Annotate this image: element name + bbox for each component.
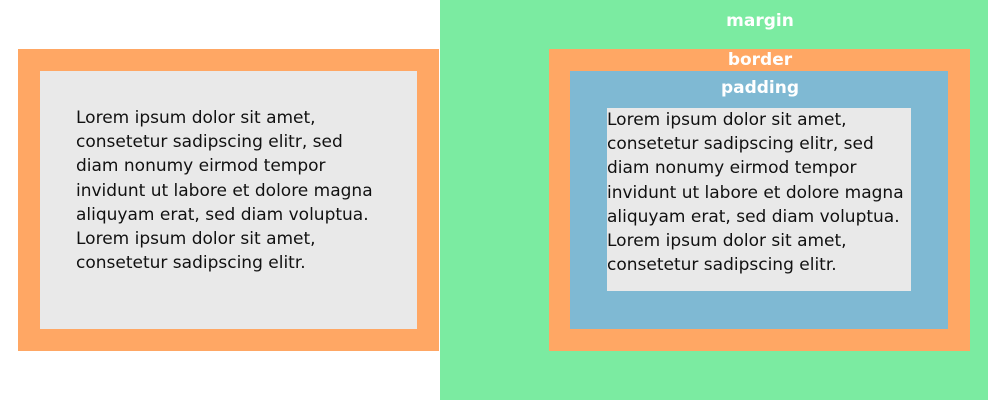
left-text-area: Lorem ipsum dolor sit amet, consetetur s… [76,106,386,292]
right-lorem-text: Lorem ipsum dolor sit amet, consetetur s… [607,110,904,276]
border-label: border [727,50,793,70]
left-lorem-text: Lorem ipsum dolor sit amet, consetetur s… [76,108,373,274]
padding-label: padding [720,78,800,98]
margin-label: margin [726,11,794,31]
content-area: Lorem ipsum dolor sit amet, consetetur s… [607,108,911,291]
